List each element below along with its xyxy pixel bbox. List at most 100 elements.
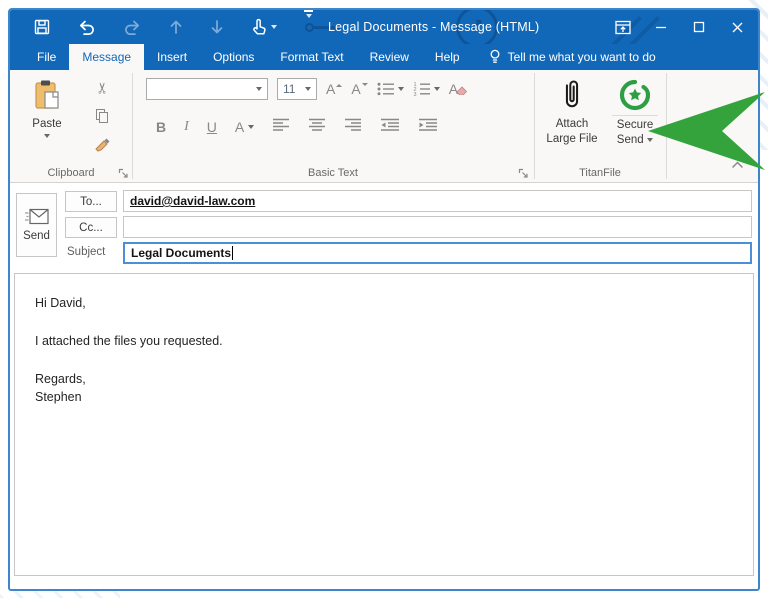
close-icon[interactable]: [718, 10, 756, 44]
subject-value: Legal Documents: [131, 246, 231, 260]
font-color-button[interactable]: A: [235, 119, 254, 135]
chevron-down-icon: [306, 14, 312, 18]
save-icon[interactable]: [34, 10, 50, 44]
basic-text-row1: 11 A A 123 A: [146, 78, 468, 100]
secure-send-button[interactable]: Secure Send: [606, 74, 664, 168]
attach-label-line1: Attach: [556, 118, 589, 130]
envelope-icon: [25, 208, 49, 225]
body-greeting: Hi David,: [35, 294, 733, 313]
paste-clipboard-icon: [33, 79, 61, 111]
tab-file[interactable]: File: [24, 44, 69, 70]
cc-field[interactable]: [123, 216, 752, 238]
page-background: ↗: [0, 0, 768, 598]
svg-text:3: 3: [413, 92, 416, 96]
increase-indent-button[interactable]: [418, 118, 438, 137]
tab-message[interactable]: Message: [69, 44, 144, 70]
ribbon-tab-bar: File Message Insert Options Format Text …: [10, 44, 758, 70]
to-recipient[interactable]: david@david-law.com: [130, 194, 255, 208]
secure-send-label-line2: Send: [617, 133, 644, 148]
group-divider: [666, 73, 667, 179]
chevron-down-icon: [256, 87, 262, 91]
to-field[interactable]: david@david-law.com: [123, 190, 752, 212]
text-cursor: [232, 246, 233, 260]
paste-label: Paste: [32, 118, 61, 130]
tell-me-label: Tell me what you want to do: [508, 50, 656, 64]
copy-button[interactable]: [90, 104, 114, 128]
outlook-message-window: ↗: [8, 8, 760, 591]
basic-text-dialog-launcher-icon[interactable]: [518, 166, 530, 178]
tab-format-text[interactable]: Format Text: [267, 44, 356, 70]
underline-button[interactable]: U: [207, 119, 217, 135]
send-button[interactable]: Send: [16, 193, 57, 257]
window-title: Legal Documents - Message (HTML): [328, 10, 539, 44]
chevron-down-icon: [248, 125, 254, 129]
grow-font-button[interactable]: A: [326, 81, 342, 97]
attach-large-file-button[interactable]: Attach Large File: [543, 74, 601, 168]
move-down-icon[interactable]: [210, 10, 224, 44]
attach-label-line2: Large File: [546, 133, 597, 145]
increase-indent-icon: [418, 118, 438, 132]
numbering-icon: 123: [413, 82, 431, 96]
eraser-icon: [456, 83, 468, 95]
clear-formatting-button[interactable]: A: [449, 81, 468, 97]
basic-text-row2: B I U A: [156, 114, 438, 140]
lightbulb-icon: [489, 49, 501, 65]
align-right-icon: [344, 118, 362, 132]
split-button-divider: [612, 115, 658, 116]
decrease-indent-icon: [380, 118, 400, 132]
format-painter-button[interactable]: [90, 132, 114, 156]
maximize-icon[interactable]: [680, 10, 718, 44]
align-left-icon: [272, 118, 290, 132]
bullets-button[interactable]: [377, 82, 404, 96]
undo-icon[interactable]: [77, 10, 96, 44]
subject-field[interactable]: Legal Documents: [123, 242, 752, 264]
title-bar: ↗: [10, 10, 758, 44]
caret-up-icon: [336, 84, 342, 87]
shrink-font-button[interactable]: A: [351, 81, 367, 97]
clipboard-group-label: Clipboard: [10, 167, 132, 179]
cc-button[interactable]: Cc...: [65, 217, 117, 238]
chevron-down-icon: [434, 87, 440, 91]
align-right-button[interactable]: [344, 118, 362, 137]
group-divider: [132, 73, 133, 179]
clipboard-dialog-launcher-icon[interactable]: [118, 166, 130, 178]
italic-button[interactable]: I: [184, 119, 189, 135]
chevron-down-icon: [398, 87, 404, 91]
ribbon-display-options-icon[interactable]: [604, 10, 642, 44]
quick-access-toolbar: [34, 10, 313, 44]
paste-button[interactable]: Paste: [22, 75, 72, 163]
font-name-combobox[interactable]: [146, 78, 268, 100]
collapse-ribbon-icon[interactable]: [731, 156, 744, 174]
tab-review[interactable]: Review: [357, 44, 422, 70]
message-body-editor[interactable]: Hi David, I attached the files you reque…: [14, 273, 754, 576]
font-size-value: 11: [283, 82, 295, 96]
touch-mode-icon[interactable]: [251, 10, 277, 44]
align-center-button[interactable]: [308, 118, 326, 137]
move-up-icon[interactable]: [169, 10, 183, 44]
decrease-indent-button[interactable]: [380, 118, 400, 137]
align-left-button[interactable]: [272, 118, 290, 137]
window-controls: [604, 10, 756, 44]
to-button[interactable]: To...: [65, 191, 117, 212]
titanfile-swirl-star-icon: [619, 79, 651, 111]
format-painter-icon: [94, 136, 111, 153]
redo-icon[interactable]: [123, 10, 142, 44]
secure-send-label-line1: Secure: [617, 119, 653, 131]
bold-button[interactable]: B: [156, 119, 166, 135]
tab-insert[interactable]: Insert: [144, 44, 200, 70]
tab-help[interactable]: Help: [422, 44, 473, 70]
subject-label: Subject: [67, 246, 105, 258]
chevron-down-icon: [647, 138, 653, 142]
cut-button[interactable]: ✂: [90, 76, 114, 100]
customize-qat-icon[interactable]: [304, 10, 313, 44]
caret-down-icon: [362, 83, 368, 89]
minimize-icon[interactable]: [642, 10, 680, 44]
font-size-combobox[interactable]: 11: [277, 78, 317, 100]
tell-me-box[interactable]: Tell me what you want to do: [489, 44, 656, 70]
bullets-icon: [377, 82, 395, 96]
align-center-icon: [308, 118, 326, 132]
basic-text-group-label: Basic Text: [133, 167, 533, 179]
copy-icon: [96, 109, 109, 124]
tab-options[interactable]: Options: [200, 44, 267, 70]
numbering-button[interactable]: 123: [413, 82, 440, 96]
